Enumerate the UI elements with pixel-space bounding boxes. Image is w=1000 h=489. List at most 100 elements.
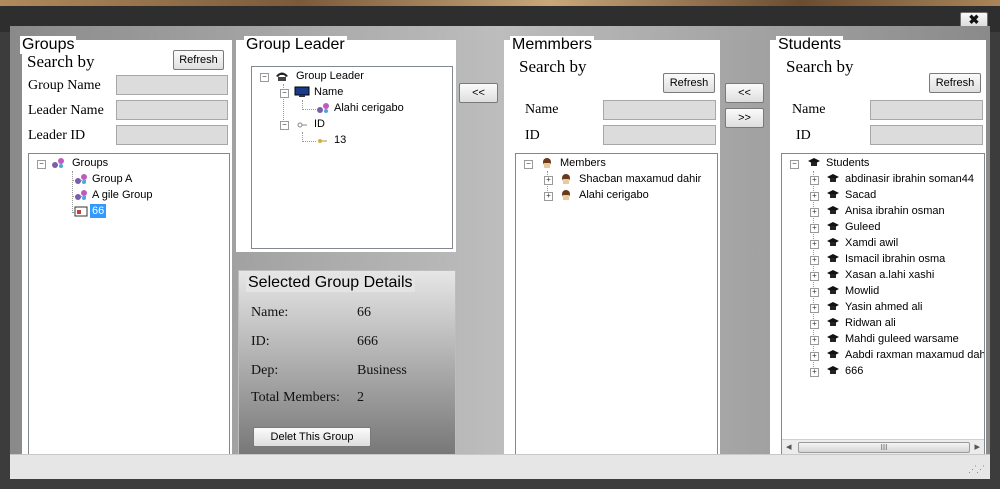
leader-id-label: Leader ID: [28, 128, 86, 143]
students-name-field[interactable]: [870, 100, 983, 120]
scroll-left-icon[interactable]: ◂: [786, 440, 792, 453]
students-title: Students: [776, 36, 844, 54]
leader-name-field[interactable]: [116, 100, 228, 120]
student-item[interactable]: Ismacil ibrahin osma: [845, 252, 945, 266]
students-tree[interactable]: − Students + abdinasir ibrahin soman44 + Sa…: [781, 153, 985, 456]
graduation-cap-icon: [826, 189, 840, 201]
student-item[interactable]: Xamdi awil: [845, 236, 898, 250]
group-icon: [74, 189, 88, 201]
details-total-members-value: 2: [357, 390, 364, 405]
members-tree[interactable]: − Members + Shacban maxamud dahir + Alah…: [515, 153, 718, 456]
students-root-node[interactable]: Students: [826, 156, 869, 170]
expand-icon[interactable]: +: [810, 304, 819, 313]
student-item[interactable]: Mowlid: [845, 284, 879, 298]
groups-refresh-button[interactable]: Refresh: [173, 50, 224, 70]
expand-icon[interactable]: +: [810, 224, 819, 233]
graduation-cap-icon: [807, 157, 821, 169]
member-item[interactable]: Alahi cerigabo: [579, 188, 649, 202]
students-name-label: Name: [792, 102, 826, 117]
scroll-right-icon[interactable]: ▸: [974, 440, 980, 453]
expand-icon[interactable]: +: [810, 320, 819, 329]
collapse-icon[interactable]: −: [260, 73, 269, 82]
expand-icon[interactable]: +: [544, 192, 553, 201]
expand-icon[interactable]: +: [810, 256, 819, 265]
horizontal-scrollbar[interactable]: ◂ III ▸: [782, 439, 984, 455]
add-leader-button[interactable]: <<: [459, 83, 498, 103]
selected-group-details-panel: Name: 66 ID: 666 Dep: Business Total Mem…: [238, 270, 456, 456]
expand-icon[interactable]: +: [810, 352, 819, 361]
expand-icon[interactable]: +: [810, 336, 819, 345]
expand-icon[interactable]: +: [544, 176, 553, 185]
student-item[interactable]: Anisa ibrahin osman: [845, 204, 945, 218]
collapse-icon[interactable]: −: [524, 160, 533, 169]
person-icon: [560, 173, 574, 185]
graduation-cap-icon: [826, 301, 840, 313]
graduation-cap-icon: [826, 333, 840, 345]
students-id-field[interactable]: [870, 125, 983, 145]
graduation-cap-icon: [826, 237, 840, 249]
group-item-agile-group[interactable]: A gile Group: [92, 188, 153, 202]
groups-icon: [51, 157, 65, 169]
expand-icon[interactable]: +: [810, 208, 819, 217]
expand-icon[interactable]: +: [810, 192, 819, 201]
details-dep-label: Dep:: [251, 363, 279, 378]
details-name-value: 66: [357, 305, 371, 320]
member-item[interactable]: Shacban maxamud dahir: [579, 172, 701, 186]
add-member-button[interactable]: <<: [725, 83, 764, 103]
folder-icon: [74, 205, 88, 217]
groups-root-node[interactable]: Groups: [72, 156, 108, 170]
graduation-cap-icon: [826, 253, 840, 265]
details-id-label: ID:: [251, 334, 270, 349]
student-item[interactable]: Guleed: [845, 220, 880, 234]
members-id-field[interactable]: [603, 125, 716, 145]
expand-icon[interactable]: +: [810, 272, 819, 281]
remove-member-button[interactable]: >>: [725, 108, 764, 128]
group-item-group-a[interactable]: Group A: [92, 172, 132, 186]
student-item[interactable]: Sacad: [845, 188, 876, 202]
expand-icon[interactable]: +: [810, 240, 819, 249]
students-refresh-button[interactable]: Refresh: [929, 73, 981, 93]
student-item[interactable]: abdinasir ibrahin soman44: [845, 172, 974, 186]
key-icon: [296, 119, 310, 131]
group-item-66[interactable]: 66: [90, 204, 107, 218]
delete-group-button[interactable]: Delet This Group: [253, 427, 371, 447]
members-name-label: Name: [525, 102, 559, 117]
expand-icon[interactable]: +: [810, 176, 819, 185]
members-refresh-button[interactable]: Refresh: [663, 73, 715, 93]
user-icon: [316, 102, 330, 114]
student-item[interactable]: Ridwan ali: [845, 316, 896, 330]
collapse-icon[interactable]: −: [280, 121, 289, 130]
leader-id-field[interactable]: [116, 125, 228, 145]
group-icon: [74, 173, 88, 185]
leader-root-node[interactable]: Group Leader: [296, 69, 364, 83]
student-item[interactable]: Mahdi guleed warsame: [845, 332, 959, 346]
scrollbar-thumb[interactable]: III: [798, 442, 970, 453]
expand-icon[interactable]: +: [810, 288, 819, 297]
leader-name-value[interactable]: Alahi cerigabo: [334, 101, 404, 115]
students-search-by-label: Search by: [786, 57, 854, 76]
person-icon: [560, 189, 574, 201]
group-name-label: Group Name: [28, 78, 101, 93]
group-leader-tree[interactable]: − Group Leader − Name Alahi cerigabo − I…: [251, 66, 453, 249]
resize-grip-icon[interactable]: ⋰⋰: [968, 464, 985, 475]
leader-id-node[interactable]: ID: [314, 117, 325, 131]
student-item[interactable]: 666: [845, 364, 863, 378]
students-id-label: ID: [796, 128, 811, 143]
groups-tree[interactable]: − Groups Group A A gile Group 66: [28, 153, 230, 456]
student-item[interactable]: Xasan a.lahi xashi: [845, 268, 934, 282]
collapse-icon[interactable]: −: [37, 160, 46, 169]
members-id-label: ID: [525, 128, 540, 143]
student-item[interactable]: Aabdi raxman maxamud dahir: [845, 348, 984, 362]
key-icon: [316, 135, 330, 147]
members-title: Memmbers: [510, 36, 595, 54]
collapse-icon[interactable]: −: [790, 160, 799, 169]
leader-name-node[interactable]: Name: [314, 85, 343, 99]
members-name-field[interactable]: [603, 100, 716, 120]
student-item[interactable]: Yasin ahmed ali: [845, 300, 922, 314]
leader-name-label: Leader Name: [28, 103, 104, 118]
expand-icon[interactable]: +: [810, 368, 819, 377]
leader-id-value[interactable]: 13: [334, 133, 346, 147]
group-name-field[interactable]: [116, 75, 228, 95]
collapse-icon[interactable]: −: [280, 89, 289, 98]
members-root-node[interactable]: Members: [560, 156, 606, 170]
